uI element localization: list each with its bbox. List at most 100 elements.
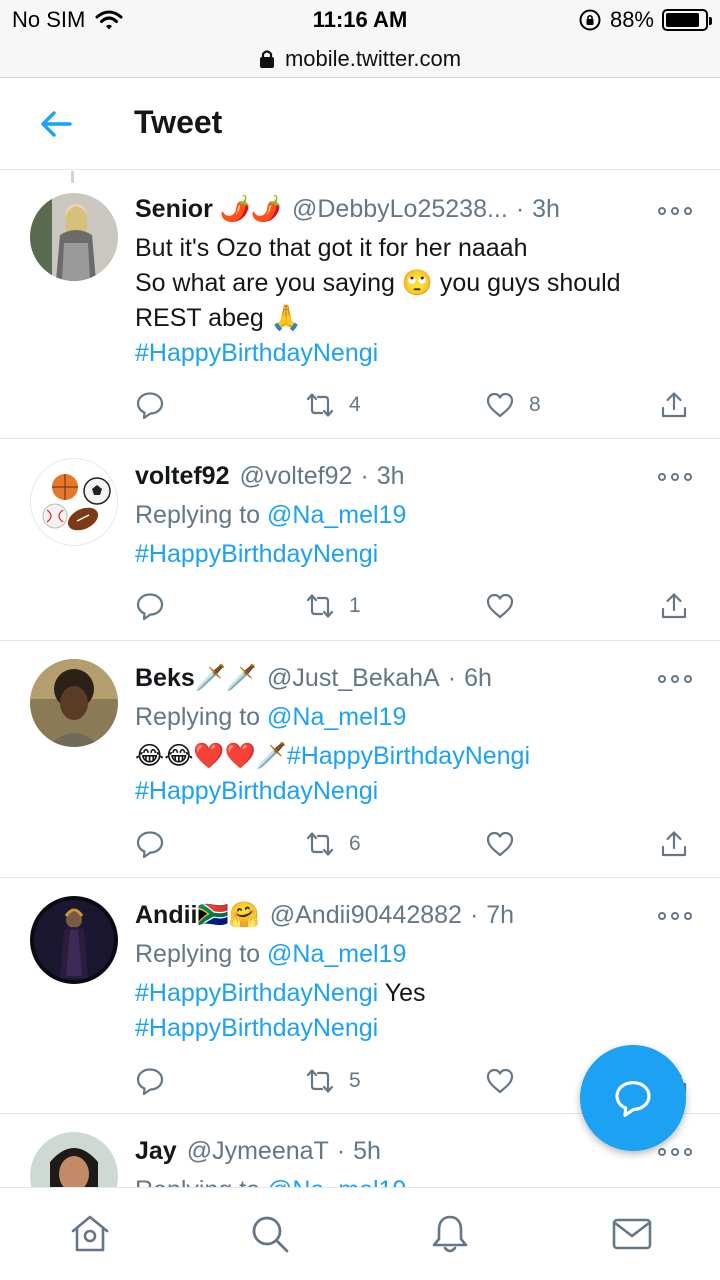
avatar[interactable] [30,458,118,546]
battery-fill [666,13,700,27]
tweet-item[interactable]: Beks🗡️🗡️ @Just_BekahA · 6h Replying to @… [0,642,720,878]
tweet-actions: 1 [135,588,695,624]
orientation-lock-icon [579,9,601,31]
retweet-icon [306,1069,334,1093]
retweet-icon [306,594,334,618]
more-button[interactable] [658,669,692,689]
tweet-time[interactable]: 3h [377,462,405,491]
reply-icon [136,392,164,420]
hashtag-link[interactable]: #HappyBirthdayNengi [135,1011,690,1046]
display-name[interactable]: Beks🗡️🗡️ [135,664,257,693]
back-button[interactable] [38,106,74,142]
retweet-button[interactable]: 1 [305,588,361,624]
hashtag-link[interactable]: #HappyBirthdayNengi [135,979,378,1007]
hashtag-link[interactable]: #HappyBirthdayNengi [135,336,690,371]
like-button[interactable] [485,826,515,862]
replying-to-line: Replying to @Na_mel19 [135,1173,690,1187]
tweet-time[interactable]: 5h [353,1137,381,1166]
more-button[interactable] [658,1142,692,1162]
retweet-button[interactable]: 4 [305,387,361,423]
reply-button[interactable] [135,387,165,423]
display-name[interactable]: voltef92 [135,462,229,491]
like-button[interactable] [485,1063,515,1099]
hashtag-link[interactable]: #HappyBirthdayNengi [287,742,530,770]
display-name[interactable]: Jay [135,1137,177,1166]
replying-to-label: Replying to [135,501,261,529]
replying-to-line: Replying to @Na_mel19 [135,937,690,972]
tweet-header: voltef92 @voltef92 · 3h [135,458,690,494]
more-button[interactable] [658,201,692,221]
display-name[interactable]: Senior 🌶️🌶️ [135,195,282,224]
battery-icon [662,9,712,31]
share-button[interactable] [659,588,689,624]
reply-button[interactable] [135,826,165,862]
tweet-text-line: So what are you saying 🙄 you guys should [135,269,621,297]
replying-to-label: Replying to [135,1176,260,1187]
avatar-image [30,896,118,984]
replying-to-link[interactable]: @Na_mel19 [267,501,406,529]
nav-notifications[interactable] [428,1212,472,1256]
notifications-icon [432,1215,468,1253]
user-handle[interactable]: @JymeenaT [187,1137,329,1166]
user-handle[interactable]: @Just_BekahA [267,664,440,693]
like-button[interactable] [485,588,515,624]
tweet-header: Beks🗡️🗡️ @Just_BekahA · 6h [135,660,690,696]
user-handle[interactable]: @DebbyLo25238... [292,195,508,224]
url-bar[interactable]: mobile.twitter.com [0,40,720,78]
share-button[interactable] [659,826,689,862]
more-button[interactable] [658,906,692,926]
tweet-time[interactable]: 6h [464,664,492,693]
hashtag-link[interactable]: #HappyBirthdayNengi [135,537,690,572]
nav-messages[interactable] [610,1212,654,1256]
display-name[interactable]: Andii🇿🇦🤗 [135,901,260,930]
status-bar: No SIM 11:16 AM 88% [0,0,720,40]
avatar[interactable] [30,896,118,984]
emoji-text: 😂😂❤️❤️🗡️ [135,742,287,770]
tweet-feed[interactable]: Senior 🌶️🌶️ @DebbyLo25238... · 3h But it… [0,171,720,1187]
messages-icon [612,1218,652,1250]
retweet-icon [306,832,334,856]
nav-search[interactable] [248,1212,292,1256]
avatar[interactable] [30,193,118,281]
replying-to-link[interactable]: @Na_mel19 [267,940,406,968]
hashtag-link[interactable]: #HappyBirthdayNengi [135,774,690,809]
share-icon [661,392,687,418]
retweet-icon [306,393,334,417]
share-button[interactable] [659,387,689,423]
user-handle[interactable]: @Andii90442882 [270,901,462,930]
tweet-header: Andii🇿🇦🤗 @Andii90442882 · 7h [135,897,690,933]
avatar[interactable] [30,1132,118,1187]
replying-to-line: Replying to @Na_mel19 [135,498,690,533]
nav-home[interactable] [68,1212,112,1256]
page-header: Tweet [0,78,720,170]
more-button[interactable] [658,467,692,487]
carrier-label: No SIM [12,7,86,32]
avatar-image [30,659,118,747]
tweet-item[interactable]: voltef92 @voltef92 · 3h Replying to @Na_… [0,440,720,641]
separator-dot: · [447,663,457,692]
more-icon [658,675,666,683]
reply-icon [136,831,164,859]
tweet-time[interactable]: 3h [532,195,560,224]
bottom-navigation [0,1187,720,1280]
tweet-time[interactable]: 7h [486,901,514,930]
more-icon [658,1148,666,1156]
reply-button[interactable] [135,588,165,624]
replying-to-link[interactable]: @Na_mel19 [267,1176,406,1187]
replying-to-link[interactable]: @Na_mel19 [267,703,406,731]
user-handle[interactable]: @voltef92 [239,462,352,491]
retweet-button[interactable]: 6 [305,826,361,862]
separator-dot: · [515,194,525,223]
tweet-text-line: 😂😂❤️❤️🗡️#HappyBirthdayNengi [135,739,690,774]
retweet-count: 4 [349,393,361,416]
retweet-count: 6 [349,832,361,855]
status-right: 88% [578,7,712,33]
like-button[interactable]: 8 [485,387,541,423]
tweet-actions: 4 8 [135,387,695,423]
tweet-item[interactable]: Senior 🌶️🌶️ @DebbyLo25238... · 3h But it… [0,171,720,439]
avatar[interactable] [30,659,118,747]
retweet-button[interactable]: 5 [305,1063,361,1099]
compose-reply-button[interactable] [580,1045,686,1151]
reply-button[interactable] [135,1063,165,1099]
like-icon [486,831,514,857]
